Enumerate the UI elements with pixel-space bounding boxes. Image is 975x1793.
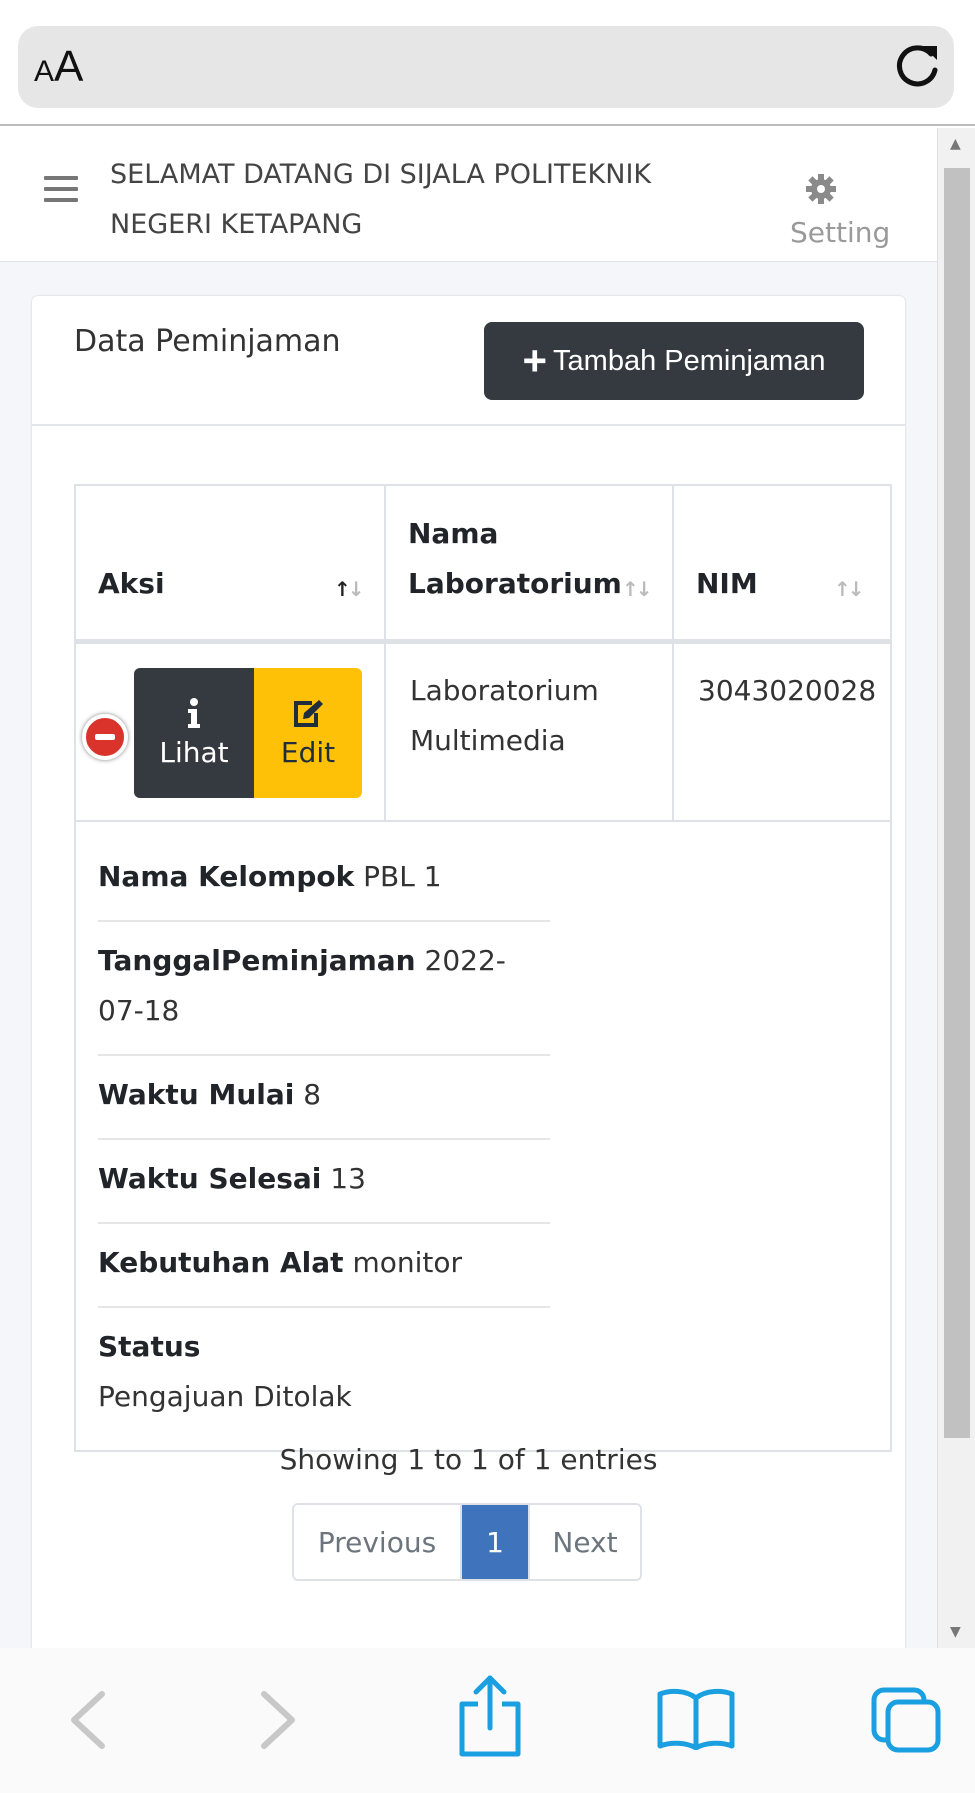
- setting-menu[interactable]: Setting: [790, 172, 890, 249]
- detail-label: Status: [98, 1330, 201, 1363]
- forward-icon[interactable]: [254, 1688, 304, 1752]
- tambah-peminjaman-button[interactable]: + Tambah Peminjaman: [484, 322, 864, 400]
- row-details: Nama Kelompok PBL 1 TanggalPeminjaman 20…: [76, 822, 890, 1450]
- edit-label: Edit: [280, 735, 336, 769]
- card-header: Data Peminjaman + Tambah Peminjaman: [32, 296, 905, 426]
- sort-icon: ↑↓: [834, 577, 864, 601]
- detail-label: Waktu Selesai: [98, 1162, 322, 1195]
- browser-address-area: AA: [0, 0, 975, 126]
- pagination-next[interactable]: Next: [528, 1505, 640, 1579]
- reload-icon[interactable]: [890, 40, 944, 94]
- text-size-button[interactable]: AA: [34, 42, 83, 92]
- bookmarks-icon[interactable]: [656, 1686, 736, 1750]
- column-header-nim[interactable]: NIM ↑↓: [674, 486, 890, 639]
- welcome-line-2: NEGERI KETAPANG: [110, 209, 363, 240]
- peminjaman-table: Aksi ↑↓ Nama Laboratorium ↑↓ NIM ↑↓ Liha…: [74, 484, 892, 1452]
- column-label-aksi: Aksi: [98, 567, 165, 600]
- detail-value: 13: [330, 1162, 366, 1195]
- table-info: Showing 1 to 1 of 1 entries: [279, 1443, 658, 1476]
- column-label-line-1: Nama: [408, 517, 499, 550]
- menu-icon[interactable]: [44, 176, 78, 204]
- welcome-title: SELAMAT DATANG DI SIJALA POLITEKNIK NEGE…: [110, 150, 730, 250]
- detail-nama-kelompok: Nama Kelompok PBL 1: [98, 822, 550, 922]
- detail-label: TanggalPeminjaman: [98, 944, 416, 977]
- column-header-nama-laboratorium[interactable]: Nama Laboratorium ↑↓: [386, 486, 674, 639]
- column-label-nim: NIM: [696, 567, 758, 600]
- table-row: Lihat Edit Laboratorium Multimedia 30430…: [76, 644, 890, 822]
- cell-aksi: Lihat Edit: [76, 644, 386, 820]
- scroll-thumb[interactable]: [944, 168, 970, 1438]
- lihat-label: Lihat: [159, 735, 229, 769]
- lab-name-line-1: Laboratorium: [410, 674, 599, 707]
- scrollbar[interactable]: ▲ ▼: [937, 128, 975, 1648]
- tambah-peminjaman-label: Tambah Peminjaman: [553, 344, 826, 377]
- cell-nama-laboratorium: Laboratorium Multimedia: [386, 644, 674, 820]
- top-navbar: SELAMAT DATANG DI SIJALA POLITEKNIK NEGE…: [0, 128, 937, 262]
- scroll-up-icon[interactable]: ▲: [950, 136, 961, 152]
- column-header-aksi[interactable]: Aksi ↑↓: [76, 486, 386, 639]
- nim-value: 3043020028: [698, 674, 877, 707]
- edit-button[interactable]: Edit: [254, 668, 362, 798]
- setting-label: Setting: [790, 216, 891, 249]
- page-viewport: SELAMAT DATANG DI SIJALA POLITEKNIK NEGE…: [0, 128, 975, 1648]
- sort-asc-icon: ↑↓: [334, 577, 364, 601]
- detail-label: Kebutuhan Alat: [98, 1246, 344, 1279]
- info-icon: [188, 697, 200, 728]
- collapse-row-icon[interactable]: [82, 714, 128, 760]
- scroll-down-icon[interactable]: ▼: [950, 1624, 961, 1640]
- pagination-page-1[interactable]: 1: [462, 1505, 528, 1579]
- detail-waktu-selesai: Waktu Selesai 13: [98, 1140, 550, 1224]
- column-label-nama-laboratorium: Nama Laboratorium: [408, 509, 622, 609]
- browser-toolbar: [0, 1648, 975, 1793]
- detail-value: monitor: [352, 1246, 463, 1279]
- detail-label: Nama Kelompok: [98, 860, 355, 893]
- edit-icon: [294, 699, 323, 727]
- action-button-group: Lihat Edit: [134, 668, 362, 798]
- plus-icon: +: [522, 337, 548, 384]
- gear-icon: [806, 174, 836, 204]
- detail-tanggal-peminjaman: TanggalPeminjaman 2022-07-18: [98, 922, 550, 1056]
- tabs-icon[interactable]: [870, 1686, 942, 1754]
- pagination-previous[interactable]: Previous: [294, 1505, 462, 1579]
- detail-value: 8: [303, 1078, 322, 1111]
- welcome-line-1: SELAMAT DATANG DI SIJALA POLITEKNIK: [110, 159, 652, 190]
- card-title: Data Peminjaman: [74, 324, 341, 359]
- sort-icon: ↑↓: [622, 577, 652, 601]
- cell-nim: 3043020028: [674, 644, 890, 820]
- detail-waktu-mulai: Waktu Mulai 8: [98, 1056, 550, 1140]
- back-icon[interactable]: [62, 1688, 112, 1752]
- column-label-line-2: Laboratorium: [408, 567, 622, 600]
- share-icon[interactable]: [456, 1674, 524, 1758]
- text-size-large-glyph: A: [54, 42, 84, 91]
- detail-label: Waktu Mulai: [98, 1078, 295, 1111]
- lab-name-line-2: Multimedia: [410, 724, 566, 757]
- address-bar[interactable]: AA: [18, 26, 954, 108]
- detail-status: Status Pengajuan Ditolak: [98, 1308, 550, 1440]
- pagination: Previous 1 Next: [292, 1503, 642, 1581]
- text-size-small-glyph: A: [34, 55, 55, 88]
- detail-value: Pengajuan Ditolak: [98, 1380, 352, 1413]
- lihat-button[interactable]: Lihat: [134, 668, 254, 798]
- detail-value: PBL 1: [363, 860, 442, 893]
- detail-kebutuhan-alat: Kebutuhan Alat monitor: [98, 1224, 550, 1308]
- table-header: Aksi ↑↓ Nama Laboratorium ↑↓ NIM ↑↓: [76, 486, 890, 644]
